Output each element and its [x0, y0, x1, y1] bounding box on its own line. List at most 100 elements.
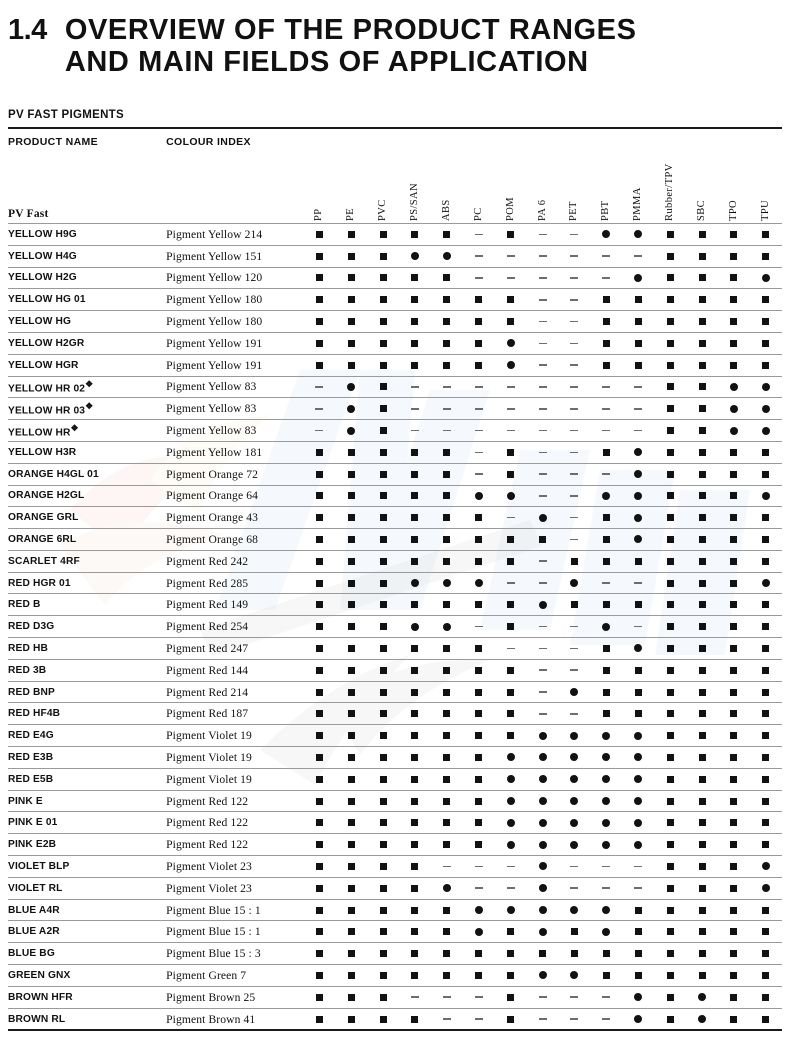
symbol-square: [315, 841, 323, 849]
symbol-square: [315, 448, 323, 456]
symbol-circle: [538, 818, 547, 827]
suitability-cell: [654, 332, 687, 355]
suitability-cell: [303, 833, 336, 857]
suitability-cell: [686, 528, 719, 551]
symbol-square: [347, 906, 355, 914]
suitability-cell: [398, 223, 431, 246]
symbol-square: [379, 819, 387, 827]
product-name-cell: PINK E2B: [8, 833, 167, 857]
suitability-cell: [749, 855, 782, 878]
suitability-cell: [367, 986, 399, 1009]
suitability-cell: [494, 659, 527, 682]
symbol-circle: [474, 491, 483, 500]
symbol-dash: [506, 887, 515, 890]
suitability-cell: [526, 899, 559, 922]
suitability-cell: [430, 920, 463, 944]
table-row: BLUE BG Pigment Blue 15 : 3: [8, 942, 782, 966]
symbol-square: [698, 318, 706, 326]
suitability-cell: [494, 245, 527, 268]
table-row: YELLOW HR 03❖ Pigment Yellow 83: [8, 397, 782, 421]
brand-row-label: PV Fast: [8, 157, 167, 224]
symbol-square: [666, 492, 674, 500]
suitability-cell: [622, 288, 655, 312]
suitability-cell: [430, 332, 463, 355]
symbol-circle: [602, 491, 611, 500]
suitability-cell: [430, 986, 463, 1009]
suitability-cell: [590, 833, 623, 857]
symbol-square: [315, 296, 323, 304]
symbol-dash: [474, 233, 483, 236]
suitability-cell: [654, 376, 687, 399]
symbol-dash: [474, 407, 483, 410]
symbol-square: [475, 797, 483, 805]
product-name-cell: BLUE BG: [8, 942, 167, 966]
symbol-square: [475, 666, 483, 674]
suitability-cell: [590, 441, 623, 464]
suitability-cell: [526, 637, 559, 660]
symbol-circle: [761, 491, 770, 500]
colour-index-cell: Pigment Yellow 83: [166, 397, 304, 421]
suitability-cell: [526, 245, 559, 268]
suitability-cell: [335, 572, 368, 595]
column-title-row: PRODUCT NAME COLOUR INDEX: [8, 129, 782, 158]
table-row: RED E4G Pigment Violet 19: [8, 724, 782, 748]
symbol-dash: [506, 386, 515, 388]
suitability-cell: [622, 1008, 655, 1031]
symbol-square: [698, 405, 706, 413]
colour-index-cell: Pigment Yellow 191: [166, 332, 304, 355]
symbol-dash: [570, 473, 579, 475]
suitability-cell: [686, 681, 719, 704]
symbol-square: [634, 666, 642, 674]
table-row: ORANGE 6RL Pigment Orange 68: [8, 528, 782, 551]
symbol-square: [411, 361, 419, 369]
suitability-cell: [558, 528, 591, 551]
suitability-cell: [622, 899, 655, 922]
product-name-cell: BLUE A4R: [8, 899, 167, 922]
suitability-cell: [494, 855, 527, 878]
page-title: OVERVIEW OF THE PRODUCT RANGES AND MAIN …: [64, 14, 637, 79]
suitability-cell: [686, 441, 719, 464]
symbol-square: [762, 906, 770, 914]
symbol-square: [666, 928, 674, 936]
symbol-square: [730, 230, 738, 238]
colour-index-cell: Pigment Yellow 181: [166, 441, 304, 464]
symbol-dash: [506, 429, 515, 432]
symbol-circle: [538, 775, 547, 784]
suitability-cell: [462, 593, 495, 617]
suitability-cell: [654, 550, 687, 573]
suitability-cell: [367, 354, 399, 377]
suitability-cell: [686, 376, 719, 399]
suitability-cell: [398, 1008, 431, 1031]
table-row: YELLOW H2G Pigment Yellow 120: [8, 267, 782, 290]
suitability-cell: [654, 310, 687, 333]
table-row: RED D3G Pigment Red 254: [8, 615, 782, 639]
symbol-square: [411, 448, 419, 456]
table-row: PINK E2B Pigment Red 122: [8, 833, 782, 857]
symbol-circle: [602, 818, 611, 827]
suitability-cell: [749, 659, 782, 682]
suitability-cell: [494, 877, 527, 900]
suitability-cell: [558, 702, 591, 726]
table-row: YELLOW H2GR Pigment Yellow 191: [8, 332, 782, 355]
page-heading: 1.4 OVERVIEW OF THE PRODUCT RANGES AND M…: [8, 14, 782, 79]
symbol-square: [379, 383, 387, 391]
symbol-circle: [602, 906, 611, 915]
suitability-cell: [590, 615, 623, 639]
symbol-circle: [538, 927, 547, 936]
suitability-cell: [558, 397, 591, 421]
symbol-square: [698, 928, 706, 936]
symbol-circle: [442, 622, 451, 631]
suitability-cell: [398, 746, 431, 769]
suitability-cell: [367, 463, 399, 486]
suitability-cell: [526, 332, 559, 355]
symbol-dash: [474, 255, 483, 257]
suitability-cell: [558, 746, 591, 769]
suitability-cell: [686, 790, 719, 813]
colour-index-cell: Pigment Blue 15 : 1: [166, 920, 304, 944]
suitability-cell: [749, 485, 782, 508]
symbol-square: [730, 535, 738, 543]
suitability-cell: [686, 702, 719, 726]
suitability-cell: [749, 463, 782, 486]
symbol-dash: [538, 495, 547, 497]
suitability-cell: [494, 724, 527, 748]
